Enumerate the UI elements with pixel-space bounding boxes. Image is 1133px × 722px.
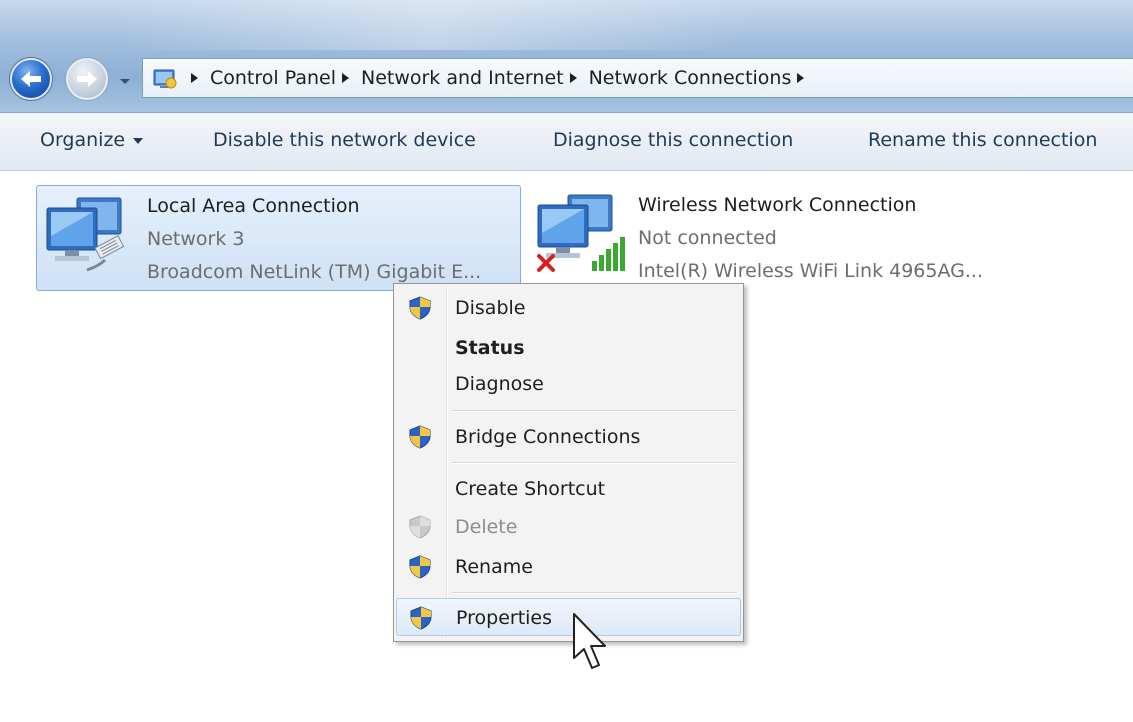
shield-icon (409, 555, 431, 579)
menu-item-create-shortcut[interactable]: Create Shortcut (396, 470, 741, 508)
menu-item-rename[interactable]: Rename (396, 548, 741, 586)
connection-status: Network 3 (147, 228, 245, 250)
connection-details: Wireless Network Connection Not connecte… (638, 189, 983, 288)
wired-network-adapter-icon (46, 197, 125, 272)
breadcrumb-network-connections[interactable]: Network Connections (589, 67, 792, 89)
menu-item-disable[interactable]: Disable (396, 289, 741, 327)
breadcrumb-control-panel[interactable]: Control Panel (210, 67, 336, 89)
address-bar[interactable]: Control Panel Network and Internet Netwo… (142, 58, 1133, 98)
menu-item-label: Create Shortcut (455, 478, 606, 500)
connection-name: Wireless Network Connection (638, 194, 917, 216)
diagnose-connection-button[interactable]: Diagnose this connection (553, 129, 793, 151)
recent-pages-dropdown-icon[interactable] (118, 76, 132, 86)
window-chrome: Control Panel Network and Internet Netwo… (0, 0, 1133, 113)
breadcrumb-separator-icon[interactable] (191, 73, 198, 83)
disable-device-button[interactable]: Disable this network device (213, 129, 476, 151)
error-x-icon (537, 254, 555, 272)
control-panel-icon (153, 69, 177, 89)
menu-item-label: Properties (456, 607, 553, 629)
menu-item-label: Delete (455, 516, 518, 538)
connection-item-wireless[interactable]: Wireless Network Connection Not connecte… (528, 185, 1028, 291)
menu-item-diagnose[interactable]: Diagnose (396, 365, 741, 403)
shield-icon (409, 425, 431, 449)
menu-separator (452, 410, 737, 412)
breadcrumb-separator-icon[interactable] (569, 73, 577, 83)
rename-connection-button[interactable]: Rename this connection (868, 129, 1097, 151)
forward-arrow-icon (77, 71, 97, 87)
menu-item-label: Diagnose (455, 373, 544, 395)
command-bar: Organize Disable this network device Dia… (0, 113, 1133, 171)
breadcrumb-network-and-internet[interactable]: Network and Internet (361, 67, 564, 89)
connection-details: Local Area Connection Network 3 Broadcom… (147, 190, 481, 289)
breadcrumb-separator-icon[interactable] (341, 73, 349, 83)
shield-icon (410, 606, 432, 630)
menu-separator (452, 462, 737, 464)
mouse-cursor-icon (573, 613, 606, 669)
menu-item-delete: Delete (396, 508, 741, 546)
connection-name: Local Area Connection (147, 195, 360, 217)
signal-strength-icon (592, 237, 625, 271)
organize-menu-button[interactable]: Organize (40, 129, 144, 151)
glass-shine (120, 0, 820, 50)
menu-item-status[interactable]: Status (396, 329, 741, 367)
back-button[interactable] (10, 58, 52, 100)
organize-label: Organize (40, 129, 126, 151)
breadcrumb-separator-icon[interactable] (797, 73, 805, 83)
menu-item-label: Rename (455, 556, 533, 578)
back-arrow-icon (21, 71, 41, 87)
menu-item-label: Status (455, 337, 525, 359)
context-menu: Disable Status Diagnose Bridge Connectio… (393, 283, 744, 642)
menu-separator (452, 592, 737, 594)
menu-item-label: Disable (455, 297, 526, 319)
menu-item-label: Bridge Connections (455, 426, 641, 448)
forward-button[interactable] (66, 58, 108, 100)
menu-item-properties[interactable]: Properties (396, 598, 741, 636)
menu-item-bridge-connections[interactable]: Bridge Connections (396, 418, 741, 456)
shield-icon (409, 515, 431, 539)
connection-status: Not connected (638, 227, 777, 249)
shield-icon (409, 296, 431, 320)
connection-item-local-area[interactable]: Local Area Connection Network 3 Broadcom… (36, 185, 521, 291)
chevron-down-icon (133, 137, 144, 144)
